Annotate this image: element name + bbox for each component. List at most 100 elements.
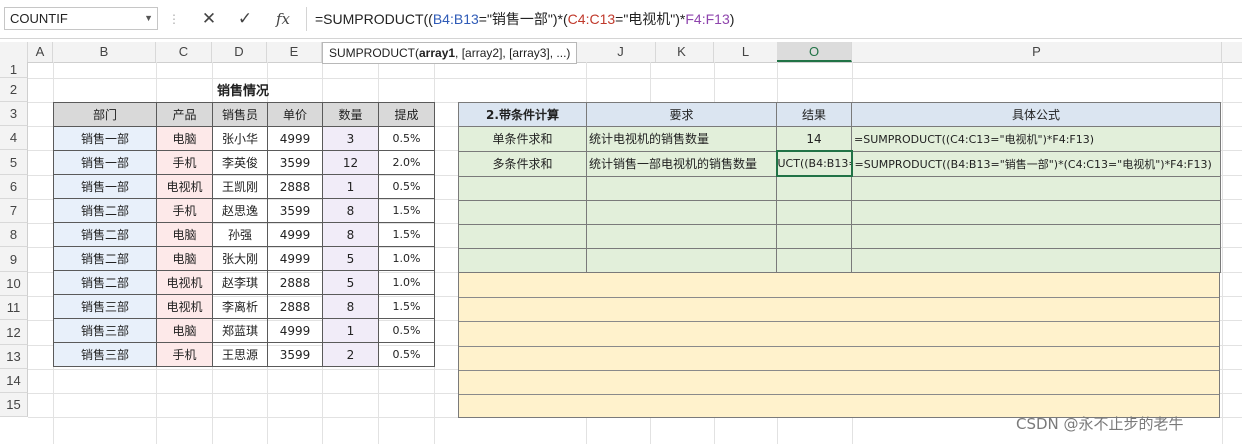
- sales-cell[interactable]: 1.5%: [378, 222, 435, 247]
- column-header-b[interactable]: B: [53, 42, 156, 62]
- sales-cell[interactable]: 孙强: [212, 222, 268, 247]
- sales-cell[interactable]: 0.5%: [378, 342, 435, 367]
- sales-cell[interactable]: 2.0%: [378, 150, 435, 175]
- sales-cell[interactable]: 手机: [156, 198, 213, 223]
- sales-cell[interactable]: 1: [322, 318, 379, 343]
- column-header-e[interactable]: E: [267, 42, 322, 62]
- select-all-corner[interactable]: [0, 42, 28, 62]
- chevron-down-icon[interactable]: ▼: [144, 8, 153, 29]
- row-header-6[interactable]: 6: [0, 175, 28, 199]
- calc-cell[interactable]: 统计电视机的销售数量: [586, 126, 777, 152]
- sales-cell[interactable]: 手机: [156, 150, 213, 175]
- calc-cell[interactable]: 单条件求和: [458, 126, 587, 152]
- sales-cell[interactable]: 张大刚: [212, 246, 268, 271]
- sales-cell[interactable]: 销售二部: [53, 246, 157, 271]
- calc-cell[interactable]: [586, 175, 777, 201]
- sales-cell[interactable]: 0.5%: [378, 174, 435, 199]
- formula-input[interactable]: =SUMPRODUCT((B4:B13="销售一部")*(C4:C13="电视机…: [306, 7, 1242, 31]
- calc-header-cell[interactable]: 结果: [776, 102, 852, 127]
- calc-cell[interactable]: [458, 200, 587, 225]
- sales-cell[interactable]: 张小华: [212, 126, 268, 151]
- sales-cell[interactable]: 4999: [267, 126, 323, 151]
- row-header-7[interactable]: 7: [0, 199, 28, 223]
- row-header-15[interactable]: 15: [0, 393, 28, 417]
- sales-cell[interactable]: 手机: [156, 342, 213, 367]
- sales-cell[interactable]: 电视机: [156, 174, 213, 199]
- row-header-14[interactable]: 14: [0, 369, 28, 393]
- cancel-icon[interactable]: ✕: [196, 8, 222, 30]
- sales-cell[interactable]: 4999: [267, 222, 323, 247]
- row-header-11[interactable]: 11: [0, 296, 28, 320]
- calc-cell[interactable]: [776, 175, 852, 201]
- sales-cell[interactable]: 3599: [267, 150, 323, 175]
- calc-cell[interactable]: 多条件求和: [458, 150, 587, 177]
- calc-cell[interactable]: [851, 175, 1221, 201]
- insert-function-icon[interactable]: fx: [270, 8, 296, 30]
- sales-cell[interactable]: 赵思逸: [212, 198, 268, 223]
- sales-cell[interactable]: 销售一部: [53, 150, 157, 175]
- sales-header-cell[interactable]: 数量: [322, 102, 379, 127]
- sales-cell[interactable]: 2888: [267, 174, 323, 199]
- sales-cell[interactable]: 郑蓝琪: [212, 318, 268, 343]
- sales-cell[interactable]: 4999: [267, 246, 323, 271]
- calc-cell[interactable]: [586, 224, 777, 249]
- row-header-8[interactable]: 8: [0, 223, 28, 247]
- sales-cell[interactable]: 电脑: [156, 318, 213, 343]
- sales-cell[interactable]: 销售一部: [53, 126, 157, 151]
- row-header-12[interactable]: 12: [0, 320, 28, 345]
- calc-cell[interactable]: 14: [776, 126, 852, 152]
- sales-cell[interactable]: 2888: [267, 270, 323, 295]
- sales-cell[interactable]: 销售三部: [53, 294, 157, 319]
- name-box[interactable]: COUNTIF ▼: [4, 7, 158, 30]
- row-header-5[interactable]: 5: [0, 150, 28, 175]
- sales-cell[interactable]: 王凯刚: [212, 174, 268, 199]
- sales-cell[interactable]: 电脑: [156, 222, 213, 247]
- column-header-d[interactable]: D: [212, 42, 267, 62]
- calc-cell[interactable]: [458, 175, 587, 201]
- sales-cell[interactable]: 8: [322, 198, 379, 223]
- sales-header-cell[interactable]: 单价: [267, 102, 323, 127]
- sales-header-cell[interactable]: 产品: [156, 102, 213, 127]
- column-header-l[interactable]: L: [714, 42, 778, 62]
- sales-cell[interactable]: 电视机: [156, 294, 213, 319]
- sales-cell[interactable]: 12: [322, 150, 379, 175]
- sales-cell[interactable]: 8: [322, 294, 379, 319]
- sales-cell[interactable]: 销售三部: [53, 342, 157, 367]
- calc-cell[interactable]: [776, 224, 852, 249]
- sales-cell[interactable]: 2: [322, 342, 379, 367]
- sales-cell[interactable]: 0.5%: [378, 318, 435, 343]
- calc-cell[interactable]: [458, 224, 587, 249]
- sales-cell[interactable]: 3599: [267, 198, 323, 223]
- row-header-3[interactable]: 3: [0, 102, 28, 126]
- sales-cell[interactable]: 销售二部: [53, 222, 157, 247]
- sales-cell[interactable]: 王思源: [212, 342, 268, 367]
- row-header-4[interactable]: 4: [0, 126, 28, 150]
- sales-cell[interactable]: 0.5%: [378, 126, 435, 151]
- sales-cell[interactable]: 3: [322, 126, 379, 151]
- calc-cell[interactable]: [851, 200, 1221, 225]
- row-header-2[interactable]: 2: [0, 78, 28, 102]
- column-header-p[interactable]: P: [852, 42, 1222, 62]
- column-header-a[interactable]: A: [28, 42, 53, 62]
- sales-header-cell[interactable]: 提成: [378, 102, 435, 127]
- calc-cell[interactable]: [776, 248, 852, 273]
- sales-cell[interactable]: 5: [322, 270, 379, 295]
- calc-cell[interactable]: =SUMPRODUCT((B4:B13="销售一部")*(C4:C13="电视机…: [851, 150, 1221, 177]
- sales-cell[interactable]: 5: [322, 246, 379, 271]
- sales-cell[interactable]: 销售一部: [53, 174, 157, 199]
- active-cell-editing[interactable]: UCT((B4:B13=: [775, 150, 853, 177]
- sales-header-cell[interactable]: 部门: [53, 102, 157, 127]
- sales-cell[interactable]: 销售二部: [53, 270, 157, 295]
- sales-cell[interactable]: 1.5%: [378, 198, 435, 223]
- sales-cell[interactable]: 李英俊: [212, 150, 268, 175]
- sales-cell[interactable]: 销售二部: [53, 198, 157, 223]
- column-header-j[interactable]: J: [586, 42, 656, 62]
- sales-cell[interactable]: 1.0%: [378, 270, 435, 295]
- sales-cell[interactable]: 8: [322, 222, 379, 247]
- sales-cell[interactable]: 1: [322, 174, 379, 199]
- calc-cell[interactable]: [586, 248, 777, 273]
- calc-cell[interactable]: [776, 200, 852, 225]
- calc-header-cell[interactable]: 具体公式: [851, 102, 1221, 127]
- sales-cell[interactable]: 1.5%: [378, 294, 435, 319]
- sales-cell[interactable]: 销售三部: [53, 318, 157, 343]
